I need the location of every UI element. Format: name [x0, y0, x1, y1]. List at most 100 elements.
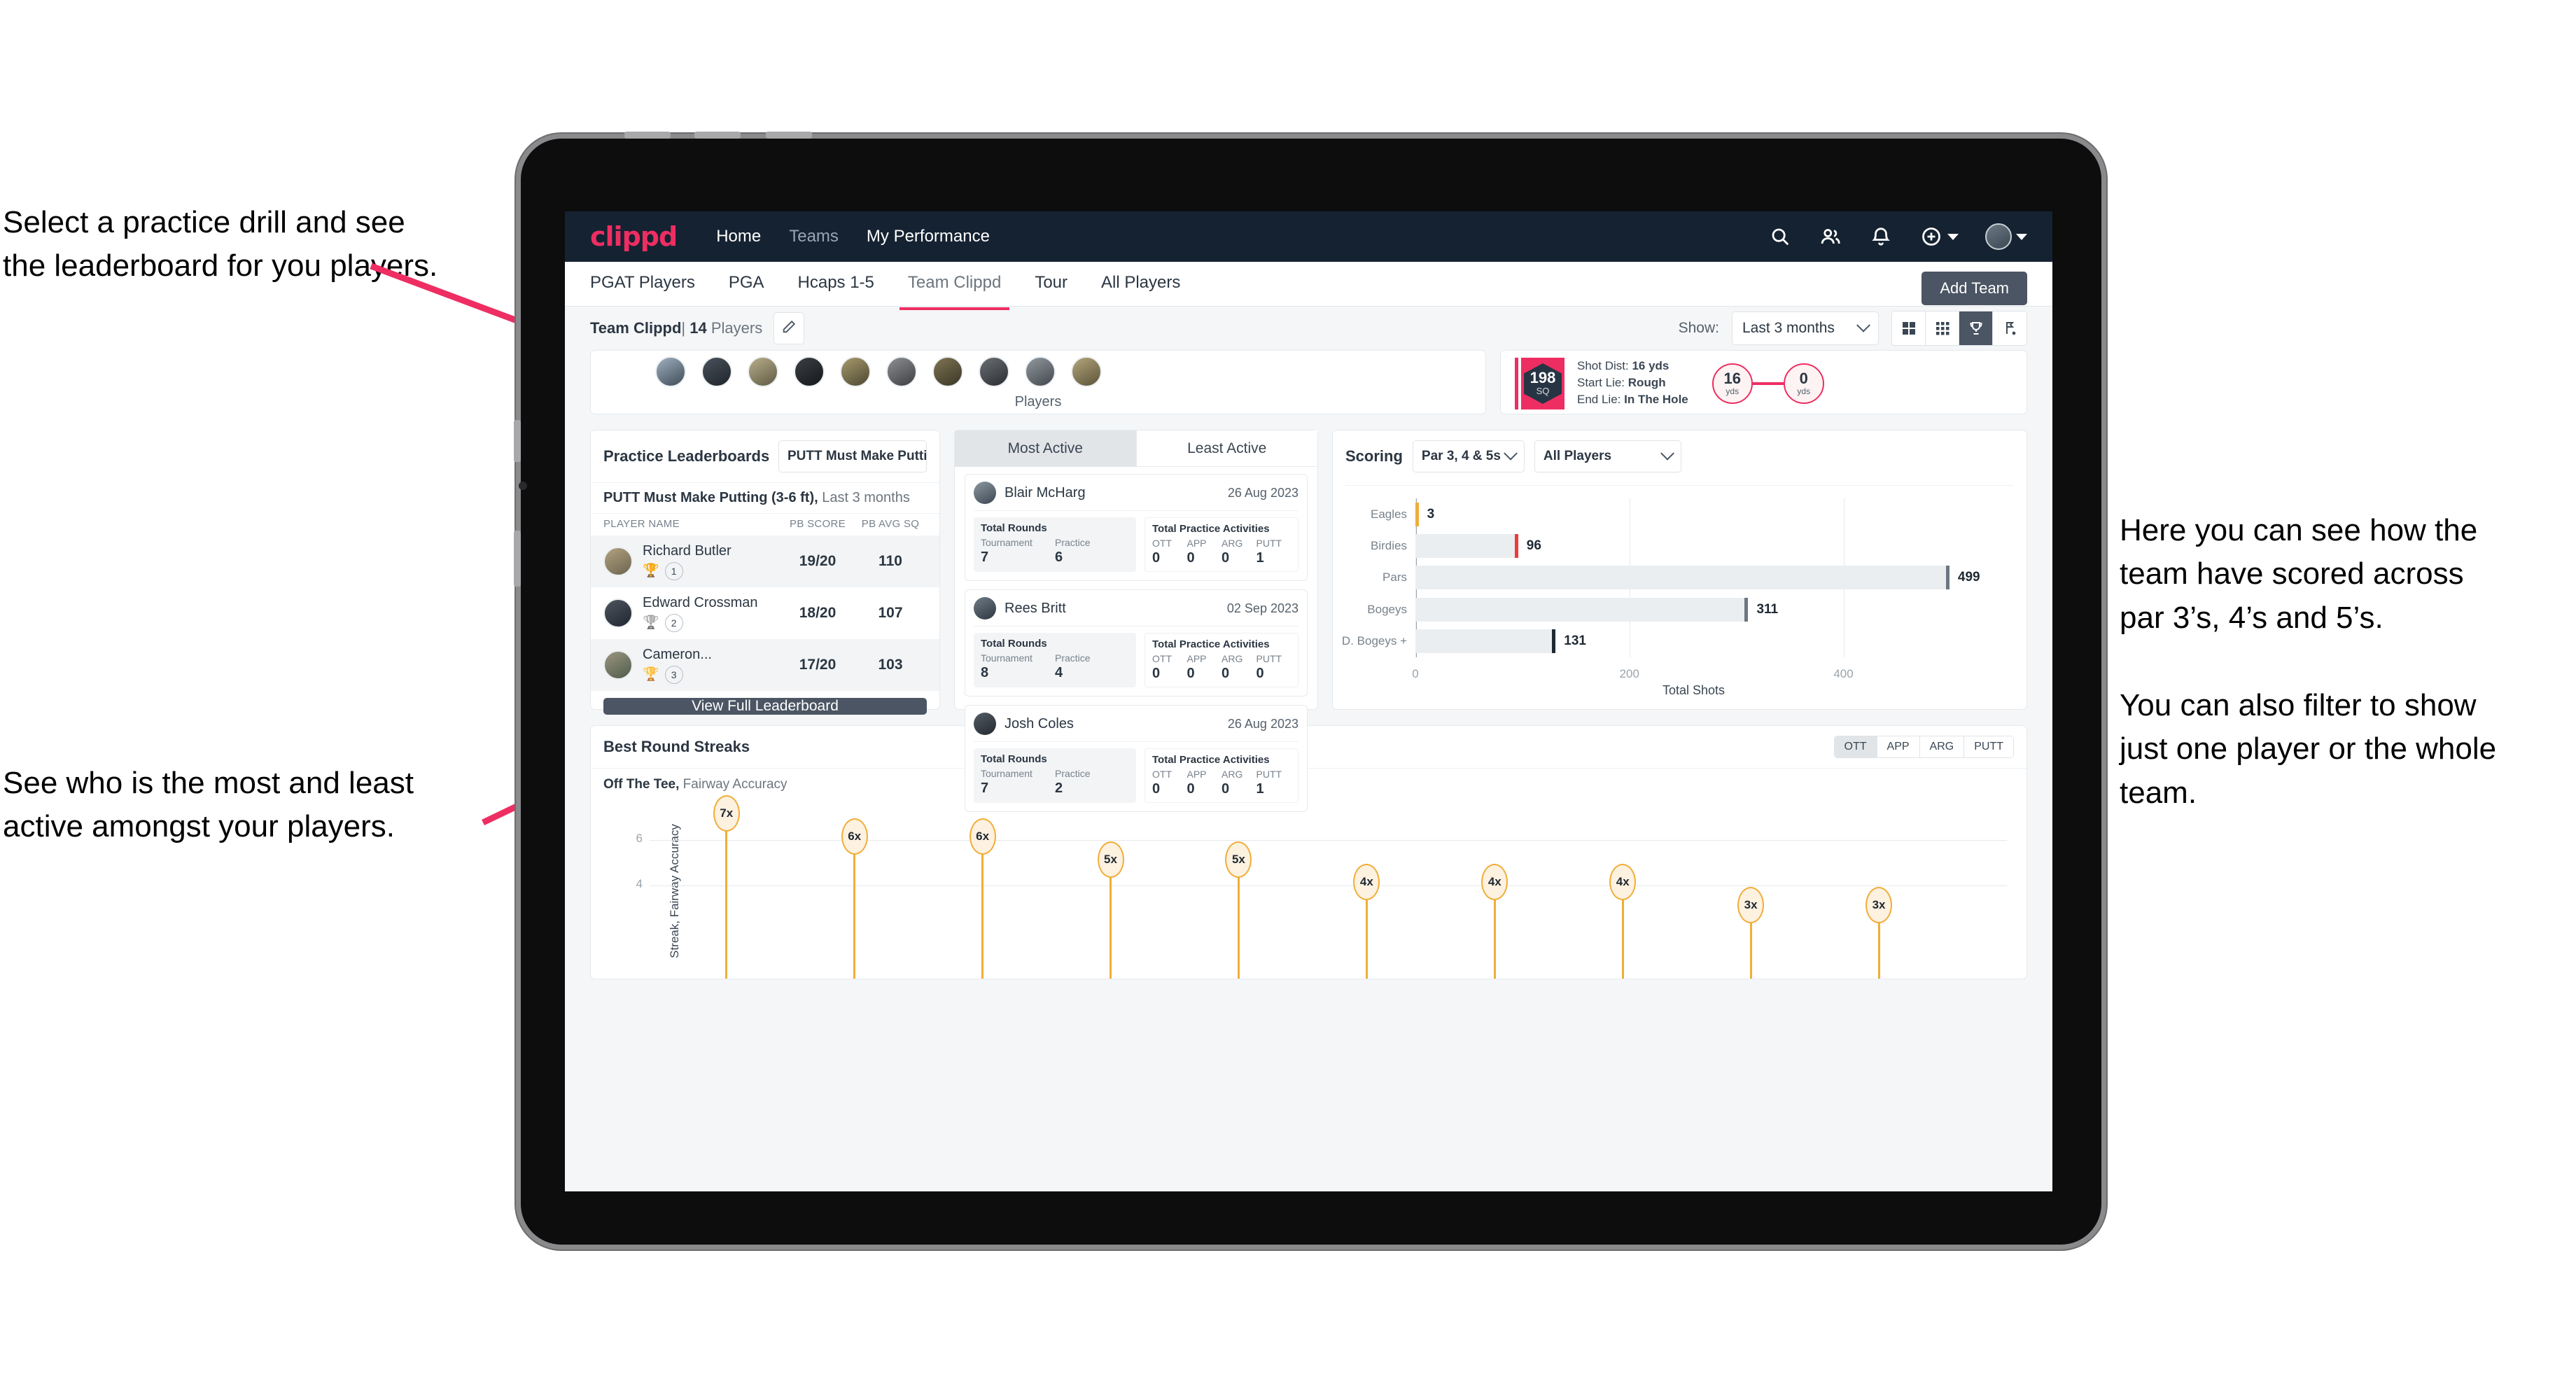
drill-select[interactable]: PUTT Must Make Putting ...	[778, 440, 927, 472]
grid-small-icon[interactable]	[1926, 312, 1959, 345]
avatar[interactable]	[701, 356, 732, 387]
total-rounds-title: Total Rounds	[981, 522, 1047, 534]
streak-marker[interactable]: 4x	[1609, 864, 1637, 901]
streaks-category-toggle: OTT APP ARG PUTT	[1833, 736, 2014, 758]
annotation-right: Here you can see how the team have score…	[2120, 513, 2497, 810]
table-row[interactable]: Richard Butler 🏆 1 19/20 110	[591, 536, 939, 587]
act-app: APP 0	[1187, 538, 1222, 566]
add-menu[interactable]	[1919, 225, 1959, 248]
act-putt-label: PUTT	[1256, 769, 1282, 780]
bell-icon[interactable]	[1869, 225, 1893, 248]
volume-down-button[interactable]	[766, 132, 812, 139]
act-putt: PUTT 0	[1256, 653, 1292, 682]
volume-up-button[interactable]	[694, 132, 741, 139]
streak-marker[interactable]: 6x	[969, 818, 996, 855]
table-row[interactable]: Edward Crossman 🏆 2 18/20 107	[591, 587, 939, 639]
tab-pgat-players[interactable]: PGAT Players	[590, 273, 695, 295]
avatar[interactable]	[748, 356, 778, 387]
streak-tab-putt[interactable]: PUTT	[1964, 736, 2013, 757]
search-icon[interactable]	[1768, 225, 1792, 248]
avatar[interactable]	[979, 356, 1009, 387]
act-arg-label: ARG	[1222, 538, 1243, 549]
rounds-practice-value: 2	[1055, 780, 1063, 796]
bar-fill	[1415, 534, 1518, 559]
tab-team-clippd[interactable]: Team Clippd	[899, 273, 1010, 310]
list-item[interactable]: Rees Britt 02 Sep 2023 Total Rounds Tour…	[965, 589, 1308, 696]
player-filter-select[interactable]: All Players	[1534, 440, 1681, 472]
people-icon[interactable]	[1819, 225, 1842, 248]
side-button[interactable]	[514, 420, 521, 462]
tab-most-active[interactable]: Most Active	[955, 430, 1137, 466]
nav-link-home[interactable]: Home	[716, 227, 761, 246]
leaderboard-subtitle: PUTT Must Make Putting (3-6 ft), Last 3 …	[591, 482, 939, 513]
avatar	[974, 597, 996, 620]
streak-tab-ott[interactable]: OTT	[1834, 736, 1877, 757]
bar-row: Birdies 96	[1371, 534, 1972, 559]
avatar[interactable]	[655, 356, 686, 387]
date-range-select[interactable]: Last 3 months	[1732, 312, 1879, 345]
avatar[interactable]	[1071, 356, 1102, 387]
streak-marker[interactable]: 7x	[713, 794, 740, 832]
practice-activities-box: Total Practice Activities OTT 0 APP 0 ARG 0…	[1144, 517, 1298, 572]
streak-marker[interactable]: 5x	[1097, 841, 1124, 878]
tab-hcaps-1-5[interactable]: Hcaps 1-5	[798, 273, 874, 295]
avatar[interactable]	[840, 356, 871, 387]
plus-circle-icon[interactable]	[1919, 225, 1943, 248]
streak-marker[interactable]: 5x	[1225, 841, 1252, 878]
row-players-and-shot: Players 198 SQ Shot Dist: 16 yds Start L…	[590, 350, 2027, 414]
streak-marker[interactable]: 6x	[841, 818, 868, 855]
avatar[interactable]	[886, 356, 917, 387]
total-rounds-title: Total Rounds	[981, 638, 1047, 650]
avatar	[974, 713, 996, 735]
streak-tab-arg[interactable]: ARG	[1919, 736, 1965, 757]
streak-marker[interactable]: 4x	[1481, 864, 1508, 901]
trophy-icon[interactable]	[1959, 312, 1993, 345]
sub-header: Team Clippd| 14 Players Show: Last 3 mon…	[565, 307, 2052, 350]
annotation-bottom-left: See who is the most and least active amo…	[3, 766, 414, 844]
grid-large-icon[interactable]	[1892, 312, 1926, 345]
start-lie-value: Rough	[1628, 376, 1666, 389]
avatar	[603, 547, 633, 576]
act-app-value: 0	[1186, 666, 1195, 681]
table-row[interactable]: Cameron... 🏆 3 17/20 103	[591, 639, 939, 691]
bar-row: Bogeys 311	[1367, 597, 1972, 622]
nav-link-teams[interactable]: Teams	[789, 227, 839, 246]
par-filter-value: Par 3, 4 & 5s	[1421, 449, 1501, 463]
bar-cap	[1945, 566, 1949, 590]
streak-marker[interactable]: 3x	[1865, 887, 1893, 924]
column-pb-score: PB SCORE	[790, 518, 846, 530]
avatar	[603, 598, 633, 628]
streak-marker[interactable]: 4x	[1353, 864, 1380, 901]
practice-activities-title: Total Practice Activities	[1152, 754, 1270, 766]
add-team-button[interactable]: Add Team	[1921, 272, 2027, 305]
clippd-logo[interactable]: clippd	[590, 223, 678, 250]
bar-cap	[1415, 502, 1419, 526]
pb-score-value: 18/20	[799, 605, 836, 621]
par-filter-select[interactable]: Par 3, 4 & 5s	[1412, 440, 1525, 472]
activity-list: Blair McHarg 26 Aug 2023 Total Rounds To…	[955, 467, 1317, 819]
avatar[interactable]	[1985, 223, 2012, 250]
streak-tab-app[interactable]: APP	[1877, 736, 1920, 757]
list-item[interactable]: Josh Coles 26 Aug 2023 Total Rounds Tour…	[965, 705, 1308, 812]
avatar[interactable]	[1025, 356, 1056, 387]
player-badges: 🏆 2	[643, 613, 781, 632]
side-button-lower[interactable]	[514, 531, 521, 587]
streak-stem	[725, 817, 728, 979]
tab-least-active[interactable]: Least Active	[1136, 430, 1317, 466]
golf-flag-icon[interactable]	[1993, 312, 2026, 345]
tab-tour[interactable]: Tour	[1035, 273, 1068, 295]
list-item[interactable]: Blair McHarg 26 Aug 2023 Total Rounds To…	[965, 474, 1308, 581]
edit-team-button[interactable]	[774, 312, 805, 344]
profile-menu[interactable]	[1985, 223, 2027, 250]
streak-marker[interactable]: 3x	[1737, 887, 1765, 924]
view-full-leaderboard-button[interactable]: View Full Leaderboard	[603, 698, 927, 715]
act-arg-value: 0	[1222, 550, 1230, 566]
tab-pga[interactable]: PGA	[729, 273, 764, 295]
bar-category-label: Pars	[1382, 570, 1407, 584]
nav-link-my-performance[interactable]: My Performance	[867, 227, 990, 246]
power-button[interactable]	[624, 132, 671, 139]
tab-all-players[interactable]: All Players	[1101, 273, 1180, 295]
rounds-practice-value: 6	[1055, 550, 1063, 565]
avatar[interactable]	[794, 356, 825, 387]
avatar[interactable]	[932, 356, 963, 387]
